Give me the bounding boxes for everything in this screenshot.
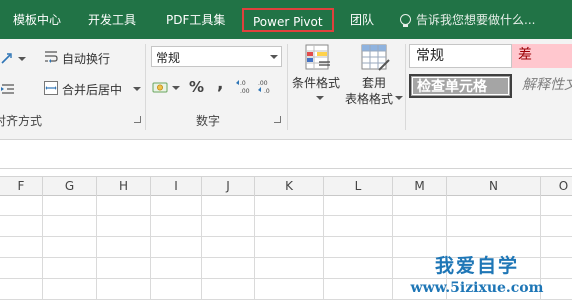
ribbon-tab-bar: 模板中心 开发工具 PDF工具集 Power Pivot 团队 告诉我您想要做什… <box>0 0 572 39</box>
conditional-formatting-dropdown-icon[interactable] <box>316 96 324 101</box>
format-as-table-icon <box>361 44 390 71</box>
watermark-title: 我爱自学 <box>434 255 519 277</box>
column-header[interactable]: K <box>255 177 324 196</box>
chevron-down-icon <box>270 55 278 59</box>
cell-style-normal[interactable]: 常规 <box>409 44 512 68</box>
cell-style-check-cell[interactable]: 检查单元格 <box>409 74 512 98</box>
number-dialog-launcher-icon[interactable] <box>274 116 281 123</box>
svg-text:.0: .0 <box>264 88 270 95</box>
tell-me-search[interactable]: 告诉我您想要做什么... <box>400 10 535 30</box>
wrap-text-icon <box>45 51 58 63</box>
increase-decimal-icon[interactable]: .0 .00 <box>234 77 254 95</box>
merge-dropdown-icon[interactable] <box>133 87 141 92</box>
column-header[interactable]: N <box>447 177 541 196</box>
column-header[interactable]: F <box>0 177 43 196</box>
column-header[interactable]: L <box>324 177 393 196</box>
column-gridline <box>150 196 151 300</box>
merge-center-button[interactable]: 合并后居中 <box>62 81 122 98</box>
orientation-dropdown-icon[interactable] <box>18 57 26 62</box>
format-as-table-dropdown-icon[interactable] <box>395 96 403 101</box>
group-separator <box>405 44 406 130</box>
svg-text:.0: .0 <box>240 80 246 87</box>
percent-style-button[interactable]: % <box>189 78 204 96</box>
format-as-table-label-line1[interactable]: 套用 <box>362 74 386 91</box>
comma-style-button[interactable]: , <box>217 74 223 94</box>
column-header-row: F G H I J K L M N O <box>0 176 572 196</box>
alignment-group-label: 对齐方式 <box>0 114 43 128</box>
conditional-formatting-icon <box>305 44 330 70</box>
group-separator <box>287 44 288 130</box>
column-gridline <box>201 196 202 300</box>
column-header[interactable]: J <box>202 177 255 196</box>
formula-bar[interactable] <box>0 141 572 169</box>
tell-me-text: 告诉我您想要做什么... <box>416 13 536 27</box>
lightbulb-icon <box>400 14 411 27</box>
column-header[interactable]: I <box>151 177 202 196</box>
row-gridline <box>0 215 572 216</box>
decrease-decimal-icon[interactable]: .00 .0 <box>256 77 278 95</box>
accounting-dropdown-icon[interactable] <box>172 86 180 91</box>
tab-developer[interactable]: 开发工具 <box>88 10 136 30</box>
tab-pdf-tools[interactable]: PDF工具集 <box>166 10 225 30</box>
merge-center-icon <box>44 81 58 95</box>
conditional-formatting-button[interactable]: 条件格式 <box>292 74 340 91</box>
number-group-label: 数字 <box>196 114 221 128</box>
text-orientation-icon[interactable] <box>0 51 14 65</box>
tab-template-center[interactable]: 模板中心 <box>13 10 61 30</box>
alignment-dialog-launcher-icon[interactable] <box>134 116 141 123</box>
column-header[interactable]: M <box>393 177 447 196</box>
column-header[interactable]: O <box>541 177 572 196</box>
row-gridline <box>0 236 572 237</box>
number-format-value: 常规 <box>156 51 181 65</box>
svg-text:.00: .00 <box>258 80 268 87</box>
cell-style-explanatory[interactable]: 解释性文 <box>516 74 572 98</box>
increase-indent-icon[interactable] <box>0 82 18 96</box>
tab-power-pivot[interactable]: Power Pivot <box>242 8 334 32</box>
tab-team[interactable]: 团队 <box>350 10 374 30</box>
group-separator <box>145 44 146 130</box>
cell-style-bad[interactable]: 差 <box>512 44 572 68</box>
watermark: 我爱自学 www.5izixue.com <box>382 251 572 296</box>
wrap-text-button[interactable]: 自动换行 <box>62 50 110 67</box>
format-as-table-button[interactable]: 表格格式 <box>345 90 393 107</box>
column-header[interactable]: H <box>97 177 151 196</box>
column-header[interactable]: G <box>43 177 97 196</box>
watermark-url: www.5izixue.com <box>410 280 544 296</box>
accounting-format-icon[interactable] <box>152 80 170 96</box>
svg-text:.00: .00 <box>240 88 250 95</box>
column-gridline <box>42 196 43 300</box>
column-gridline <box>323 196 324 300</box>
column-gridline <box>254 196 255 300</box>
column-gridline <box>96 196 97 300</box>
number-format-select[interactable]: 常规 <box>151 46 282 67</box>
